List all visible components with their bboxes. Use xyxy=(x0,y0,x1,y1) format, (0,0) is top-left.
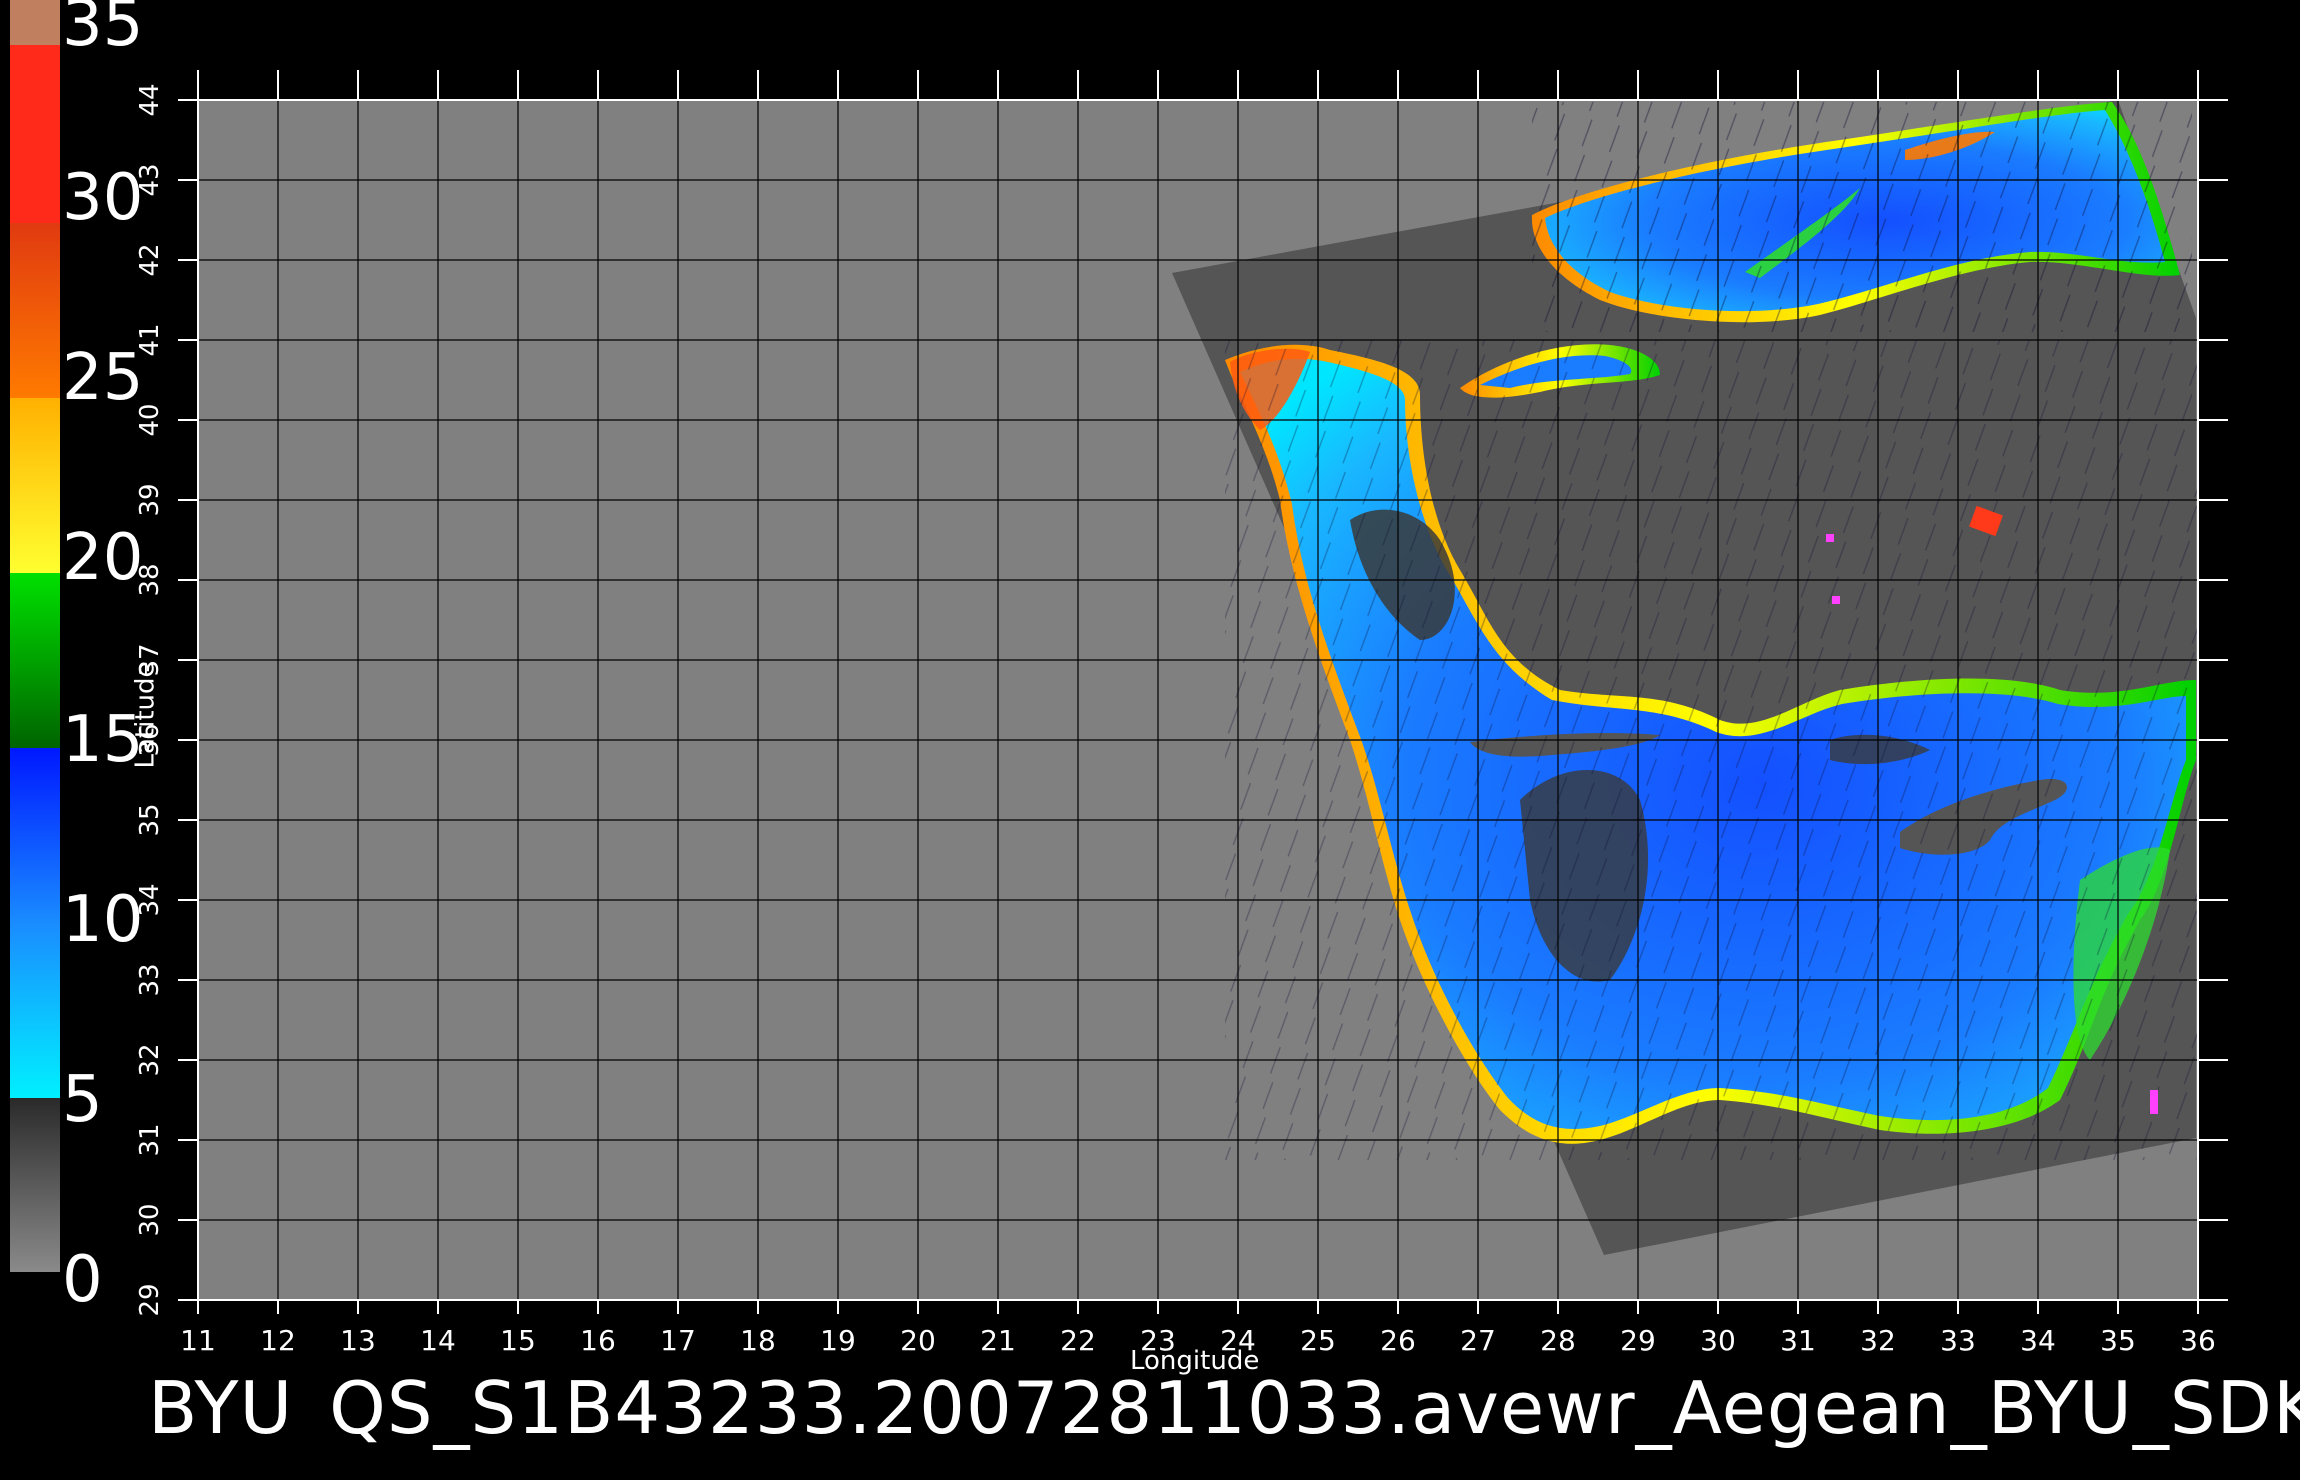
quikscat-wind-map-figure: 35 30 25 20 15 10 5 0 11 12 13 14 15 16 … xyxy=(0,0,2300,1480)
longitude-tick-label: 36 xyxy=(2180,1324,2216,1357)
longitude-tick-label: 35 xyxy=(2100,1324,2136,1357)
longitude-tick-label: 26 xyxy=(1380,1324,1416,1357)
wind-speed-map: 11 12 13 14 15 16 17 18 19 20 21 22 23 24 25 26 27 28 29 30… xyxy=(135,70,2228,1357)
inland-speck-magenta xyxy=(1826,534,1834,542)
longitude-tick-label: 19 xyxy=(820,1324,856,1357)
longitude-tick-label: 21 xyxy=(980,1324,1016,1357)
longitude-tick-label: 16 xyxy=(580,1324,616,1357)
longitude-tick-label: 20 xyxy=(900,1324,936,1357)
longitude-tick-label: 25 xyxy=(1300,1324,1336,1357)
latitude-tick-label: 44 xyxy=(135,83,165,116)
latitude-tick-label: 32 xyxy=(135,1043,165,1076)
longitude-tick-label: 34 xyxy=(2020,1324,2056,1357)
longitude-tick-label: 33 xyxy=(1940,1324,1976,1357)
longitude-tick-label: 15 xyxy=(500,1324,536,1357)
latitude-tick-label: 35 xyxy=(135,803,165,836)
latitude-tick-label: 38 xyxy=(135,563,165,596)
longitude-tick-label: 13 xyxy=(340,1324,376,1357)
longitude-tick-label: 17 xyxy=(660,1324,696,1357)
y-axis-label: Latitude xyxy=(130,661,161,769)
longitude-tick-label: 22 xyxy=(1060,1324,1096,1357)
latitude-tick-label: 29 xyxy=(135,1283,165,1316)
black-sea-wind-field xyxy=(1531,102,2192,332)
longitude-tick-label: 32 xyxy=(1860,1324,1896,1357)
inland-speck-magenta-3 xyxy=(2150,1090,2158,1114)
latitude-tick-label: 33 xyxy=(135,963,165,996)
latitude-tick-label: 31 xyxy=(135,1123,165,1156)
inland-speck-magenta-2 xyxy=(1832,596,1840,604)
longitude-tick-label: 27 xyxy=(1460,1324,1496,1357)
latitude-tick-label: 39 xyxy=(135,483,165,516)
longitude-tick-label: 28 xyxy=(1540,1324,1576,1357)
latitude-tick-label: 43 xyxy=(135,163,165,196)
mediterranean-wind-field xyxy=(1225,340,2200,1160)
longitude-tick-label: 31 xyxy=(1780,1324,1816,1357)
latitude-tick-label: 42 xyxy=(135,243,165,276)
product-caption: BYU QS_S1B43233.20072811033.avewr_Aegean_… xyxy=(148,1368,2300,1448)
latitude-tick-label: 41 xyxy=(135,323,165,356)
longitude-tick-label: 14 xyxy=(420,1324,456,1357)
producer-name: BYU xyxy=(148,1366,294,1450)
product-identifier: QS_S1B43233.20072811033.avewr_Aegean_BYU… xyxy=(329,1366,2300,1450)
latitude-tick-label: 34 xyxy=(135,883,165,916)
latitude-tick-label: 40 xyxy=(135,403,165,436)
longitude-tick-label: 18 xyxy=(740,1324,776,1357)
longitude-tick-label: 30 xyxy=(1700,1324,1736,1357)
longitude-tick-label: 11 xyxy=(180,1324,216,1357)
longitude-tick-label: 29 xyxy=(1620,1324,1656,1357)
latitude-tick-label: 30 xyxy=(135,1203,165,1236)
longitude-tick-label: 12 xyxy=(260,1324,296,1357)
